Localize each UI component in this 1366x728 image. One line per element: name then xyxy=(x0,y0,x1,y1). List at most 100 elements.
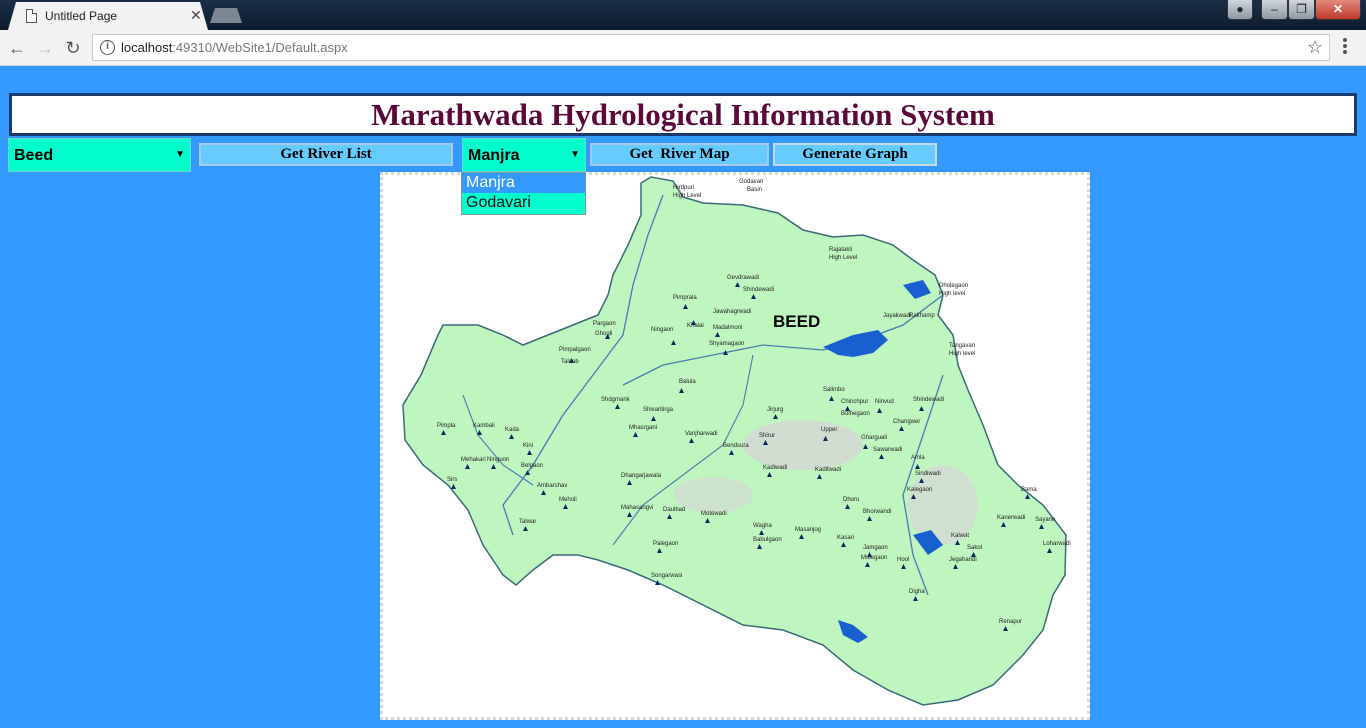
river-map-image: BEED Godavari Basin Hirdpuri High Level Raja… xyxy=(380,172,1090,720)
url-host: localhost xyxy=(121,40,173,55)
map-place-label: Sawarwadi xyxy=(873,447,902,453)
river-dropdown-list: Manjra Godavari xyxy=(461,172,586,215)
forward-icon[interactable]: → xyxy=(33,36,57,60)
dropdown-option[interactable]: Manjra xyxy=(462,173,585,193)
map-place-label: Motewadi xyxy=(701,511,727,517)
river-select[interactable]: Manjra ▼ xyxy=(462,138,586,172)
map-place-label: Kalegaon xyxy=(907,487,932,493)
map-place-label: High level xyxy=(939,291,965,297)
map-place-label: Shindewadi xyxy=(913,397,944,403)
map-place-label: Renapur xyxy=(999,619,1022,625)
district-area xyxy=(402,176,1067,706)
page-title: Marathwada Hydrological Information Syst… xyxy=(371,97,995,132)
new-tab-button[interactable] xyxy=(210,8,242,23)
map-place-label: Bolhegaon xyxy=(841,411,870,417)
map-place-label: Pargaon xyxy=(593,321,616,327)
map-place-label: Changwer xyxy=(893,419,920,425)
address-bar[interactable]: i localhost:49310/WebSite1/Default.aspx … xyxy=(92,34,1330,61)
map-place-label: Dhangarjawala xyxy=(621,473,662,479)
hill-shading xyxy=(743,420,863,470)
restore-button[interactable]: ❐ xyxy=(1288,0,1315,20)
map-place-label: Hool xyxy=(897,557,909,563)
river-select-value: Manjra xyxy=(468,147,520,164)
map-place-label: Vanjharwadi xyxy=(685,431,718,437)
map-place-label: Pimpalgaon xyxy=(559,347,591,353)
beed-district-map: BEED Godavari Basin Hirdpuri High Level Raja… xyxy=(402,176,1071,706)
map-place-label: Kasari xyxy=(837,535,854,541)
user-icon[interactable]: ● xyxy=(1227,0,1253,20)
get-river-map-button[interactable]: Get River Map xyxy=(590,143,769,166)
map-place-label: Rajatakli xyxy=(829,247,852,253)
get-river-list-button[interactable]: Get River List xyxy=(199,143,453,166)
get-river-map-label: Get River Map xyxy=(629,146,730,162)
map-place-label: Sindiwadi xyxy=(915,471,941,477)
map-place-label: Hirdpuri xyxy=(673,185,694,191)
map-place-label: Balula xyxy=(679,379,696,385)
url-path: :49310/WebSite1/Default.aspx xyxy=(172,40,348,55)
map-place-label: Pimpla xyxy=(437,423,456,429)
map-place-label: Jamgaon xyxy=(863,545,888,551)
map-place-label: Madalmoni xyxy=(713,325,742,331)
browser-titlebar: Untitled Page ✕ ● – ❐ ✕ xyxy=(0,0,1366,30)
reload-icon[interactable]: ↻ xyxy=(61,36,85,60)
district-select[interactable]: Beed ▼ xyxy=(8,138,191,172)
map-place-label: Sakol xyxy=(967,545,982,551)
map-place-label: Ninvud xyxy=(875,399,894,405)
map-place-label: Basin xyxy=(747,187,762,193)
dropdown-option[interactable]: Godavari xyxy=(462,193,585,213)
map-place-label: Shyamagaon xyxy=(709,341,744,347)
map-place-label: Mhasrgani xyxy=(629,425,657,431)
map-place-label: Bhorwandi xyxy=(863,509,891,515)
map-place-label: Sayane xyxy=(1035,517,1056,523)
map-place-label: Kadiwadi xyxy=(763,465,787,471)
map-place-label: Shirur xyxy=(759,433,775,439)
map-place-label: Belgaon xyxy=(521,463,543,469)
district-name-label: BEED xyxy=(773,312,820,331)
map-place-label: Kambali xyxy=(473,423,495,429)
map-place-label: Kini xyxy=(523,443,533,449)
map-place-label: Amla xyxy=(911,455,925,461)
info-icon[interactable]: i xyxy=(100,40,115,55)
close-tab-icon[interactable]: ✕ xyxy=(190,7,202,23)
map-place-label: Godavari xyxy=(739,179,763,185)
map-place-label: Pimprala xyxy=(673,295,697,301)
map-place-label: Wagha xyxy=(753,523,772,529)
map-place-label: Bama xyxy=(1021,487,1037,493)
map-place-label: Upper xyxy=(821,427,837,433)
bookmark-star-icon[interactable]: ☆ xyxy=(1307,37,1323,58)
map-place-label: Mehakari xyxy=(461,457,486,463)
browser-menu-icon[interactable] xyxy=(1343,38,1349,56)
map-place-label: Shdgmank xyxy=(601,397,631,403)
map-place-label: Tangavan xyxy=(949,343,975,349)
map-place-label: Shindewadi xyxy=(743,287,774,293)
district-select-value: Beed xyxy=(14,147,54,164)
map-place-label: Daulbad xyxy=(663,507,685,513)
map-place-label: Ambarshav xyxy=(537,483,567,489)
generate-graph-button[interactable]: Generate Graph xyxy=(773,143,937,166)
map-place-label: Meholi xyxy=(559,497,577,503)
map-place-label: Bendsura xyxy=(723,443,749,449)
map-place-label: Kanerwadi xyxy=(997,515,1025,521)
url-text: localhost:49310/WebSite1/Default.aspx xyxy=(121,40,348,55)
map-place-label: Kada xyxy=(505,427,520,433)
map-place-label: Shivaritirga xyxy=(643,407,674,413)
map-place-label: Dholegaon xyxy=(939,283,968,289)
map-place-label: Sirs xyxy=(447,477,457,483)
map-place-label: Mahasangvi xyxy=(621,505,653,511)
map-place-label: Ninguon xyxy=(487,457,509,463)
browser-toolbar: ← → ↻ i localhost:49310/WebSite1/Default… xyxy=(0,30,1366,66)
minimize-button[interactable]: – xyxy=(1261,0,1288,20)
browser-tab[interactable]: Untitled Page ✕ xyxy=(8,2,208,30)
map-place-label: Songarwasi xyxy=(651,573,682,579)
map-place-label: High level xyxy=(949,351,975,357)
page-header: Marathwada Hydrological Information Syst… xyxy=(9,93,1357,136)
chevron-down-icon: ▼ xyxy=(570,149,580,160)
map-place-label: Jegahandi xyxy=(949,557,977,563)
map-place-label: Gevdrawadi xyxy=(727,275,759,281)
back-icon[interactable]: ← xyxy=(5,36,29,60)
page-icon xyxy=(26,9,37,23)
map-place-label: Jirjurg xyxy=(767,407,783,413)
map-place-label: Palegaon xyxy=(653,541,678,547)
tab-title: Untitled Page xyxy=(45,9,118,23)
close-window-button[interactable]: ✕ xyxy=(1315,0,1361,20)
